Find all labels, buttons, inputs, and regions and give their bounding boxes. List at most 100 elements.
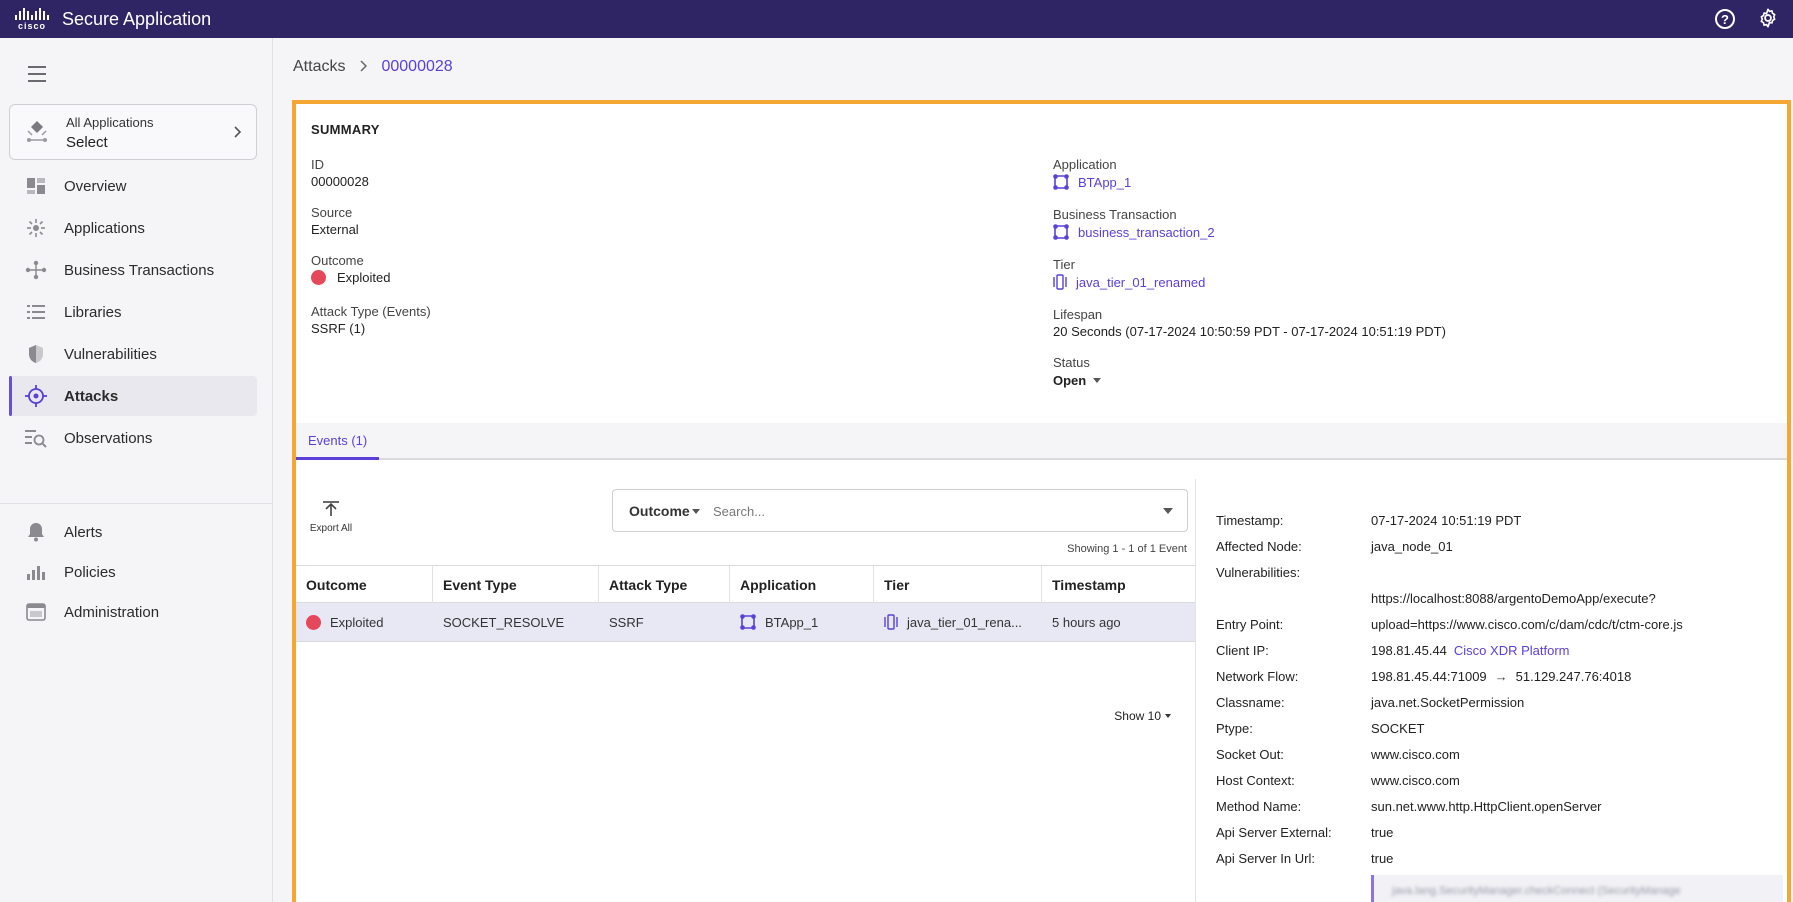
sidebar-item-business-transactions[interactable]: Business Transactions <box>9 250 257 290</box>
summary-title: SUMMARY <box>311 122 380 137</box>
status-value: Open <box>1053 373 1087 388</box>
overview-icon <box>25 175 47 197</box>
gear-icon[interactable] <box>1757 7 1779 32</box>
source-value: External <box>311 222 359 237</box>
business-transaction-link[interactable]: business_transaction_2 <box>1053 224 1215 240</box>
business-transactions-icon <box>25 259 47 281</box>
application-selector[interactable]: All Applications Select <box>9 104 257 160</box>
method-name-value: sun.net.www.http.HttpClient.openServer <box>1371 799 1602 814</box>
app-select-value: Select <box>66 134 108 151</box>
cell-attack-type: SSRF <box>609 614 644 630</box>
tab-events[interactable]: Events (1) <box>296 423 380 460</box>
sidebar-item-vulnerabilities[interactable]: Vulnerabilities <box>9 334 257 374</box>
sidebar-item-libraries[interactable]: Libraries <box>9 292 257 332</box>
sidebar-item-policies[interactable]: Policies <box>9 552 257 592</box>
tier-link[interactable]: java_tier_01_renamed <box>1053 274 1205 290</box>
application-icon <box>740 614 756 630</box>
cell-application: BTApp_1 <box>730 603 874 641</box>
search-input[interactable] <box>713 500 1133 522</box>
window-icon <box>25 601 47 623</box>
column-header-attack-type[interactable]: Attack Type <box>599 566 730 603</box>
cell-tier-text: java_tier_01_rena... <box>907 614 1022 630</box>
breadcrumb: Attacks 00000028 <box>293 58 453 76</box>
status-dropdown[interactable]: Open <box>1053 373 1102 388</box>
hamburger-menu-icon[interactable] <box>28 66 46 87</box>
stack-trace-text: java.lang.SecurityManager.checkConnect (… <box>1392 885 1681 897</box>
upload-icon <box>308 501 354 519</box>
app-title: Secure Application <box>62 8 212 29</box>
export-all-button[interactable]: Export All <box>308 501 354 534</box>
sidebar-item-applications[interactable]: Applications <box>9 208 257 248</box>
events-table: Outcome Event Type Attack Type Applicati… <box>296 565 1195 642</box>
page-size-dropdown[interactable]: Show 10 <box>1114 709 1171 723</box>
sidebar-item-label: Policies <box>64 563 116 581</box>
network-flow-source: 198.81.45.44:71009 <box>1371 669 1487 684</box>
outcome-field: Exploited <box>311 270 390 285</box>
host-context-label: Host Context: <box>1216 773 1295 788</box>
exploited-status-dot <box>311 270 326 285</box>
event-filter-bar: Outcome <box>612 489 1188 532</box>
attack-type-value: SSRF (1) <box>311 321 366 336</box>
cell-tier: java_tier_01_rena... <box>874 603 1042 641</box>
sidebar-item-label: Vulnerabilities <box>64 345 157 363</box>
column-header-tier[interactable]: Tier <box>874 566 1042 603</box>
export-all-label: Export All <box>309 523 353 534</box>
sidebar-item-attacks[interactable]: Attacks <box>9 376 257 416</box>
sidebar-item-overview[interactable]: Overview <box>9 166 257 206</box>
sidebar-item-label: Alerts <box>64 523 103 541</box>
applications-switch-icon <box>24 119 50 148</box>
id-value: 00000028 <box>311 174 369 189</box>
outcome-label: Outcome <box>311 253 364 268</box>
lifespan-label: Lifespan <box>1053 307 1103 322</box>
table-row[interactable]: Exploited SOCKET_RESOLVE SSRF BTApp_1 ja… <box>296 603 1195 642</box>
socket-out-value: www.cisco.com <box>1371 747 1460 762</box>
caret-down-icon <box>1093 378 1102 383</box>
tier-icon <box>1053 274 1067 290</box>
application-link[interactable]: BTApp_1 <box>1053 174 1131 190</box>
column-header-timestamp[interactable]: Timestamp <box>1042 566 1195 603</box>
business-transaction-icon <box>1053 224 1069 240</box>
sidebar-item-administration[interactable]: Administration <box>9 592 257 632</box>
sidebar-item-label: Observations <box>64 429 153 447</box>
api-server-external-value: true <box>1371 825 1394 840</box>
stack-trace-preview: java.lang.SecurityManager.checkConnect (… <box>1371 875 1783 902</box>
outcome-filter-dropdown[interactable]: Outcome <box>629 503 690 519</box>
tier-icon <box>884 614 898 630</box>
chevron-down-icon[interactable] <box>1163 508 1173 514</box>
breadcrumb-attacks-link[interactable]: Attacks <box>293 58 345 76</box>
table-header: Outcome Event Type Attack Type Applicati… <box>296 565 1195 603</box>
sidebar-item-alerts[interactable]: Alerts <box>9 512 257 552</box>
caret-down-icon <box>692 509 700 514</box>
application-icon <box>1053 174 1069 190</box>
sidebar-item-label: Attacks <box>64 387 119 405</box>
host-context-value: www.cisco.com <box>1371 773 1460 788</box>
breadcrumb-current[interactable]: 00000028 <box>381 58 452 76</box>
target-icon <box>25 385 47 407</box>
id-label: ID <box>311 157 324 172</box>
logo-text: cisco <box>17 20 46 31</box>
sidebar-item-observations[interactable]: Observations <box>9 418 257 458</box>
sidebar-item-label: Libraries <box>64 303 122 321</box>
cisco-xdr-platform-link[interactable]: Cisco XDR Platform <box>1454 643 1570 658</box>
page-size-label: Show 10 <box>1114 709 1161 723</box>
tabs-bar: Events (1) <box>296 423 1787 460</box>
attack-detail-panel: SUMMARY ID 00000028 Source External Outc… <box>292 100 1791 902</box>
vulnerabilities-label: Vulnerabilities: <box>1216 565 1301 580</box>
help-icon[interactable]: ? <box>1715 9 1735 29</box>
sidebar: All Applications Select Overview Applica… <box>0 38 273 902</box>
ptype-label: Ptype: <box>1216 721 1253 736</box>
socket-out-label: Socket Out: <box>1216 747 1284 762</box>
column-header-event-type[interactable]: Event Type <box>433 566 599 603</box>
exploited-status-dot <box>306 614 321 630</box>
business-transaction-label: Business Transaction <box>1053 207 1177 222</box>
sidebar-item-label: Business Transactions <box>64 261 215 279</box>
classname-value: java.net.SocketPermission <box>1371 695 1525 710</box>
column-header-application[interactable]: Application <box>730 566 874 603</box>
chevron-right-icon <box>359 59 368 75</box>
request-url-value: https://localhost:8088/argentoDemoApp/ex… <box>1371 591 1656 606</box>
cell-application-text: BTApp_1 <box>765 614 819 630</box>
events-panel: Export All Outcome Showing 1 - 1 of 1 Ev… <box>296 479 1195 902</box>
column-header-outcome[interactable]: Outcome <box>296 566 433 603</box>
sidebar-item-label: Applications <box>64 219 145 237</box>
client-ip-label: Client IP: <box>1216 643 1269 658</box>
